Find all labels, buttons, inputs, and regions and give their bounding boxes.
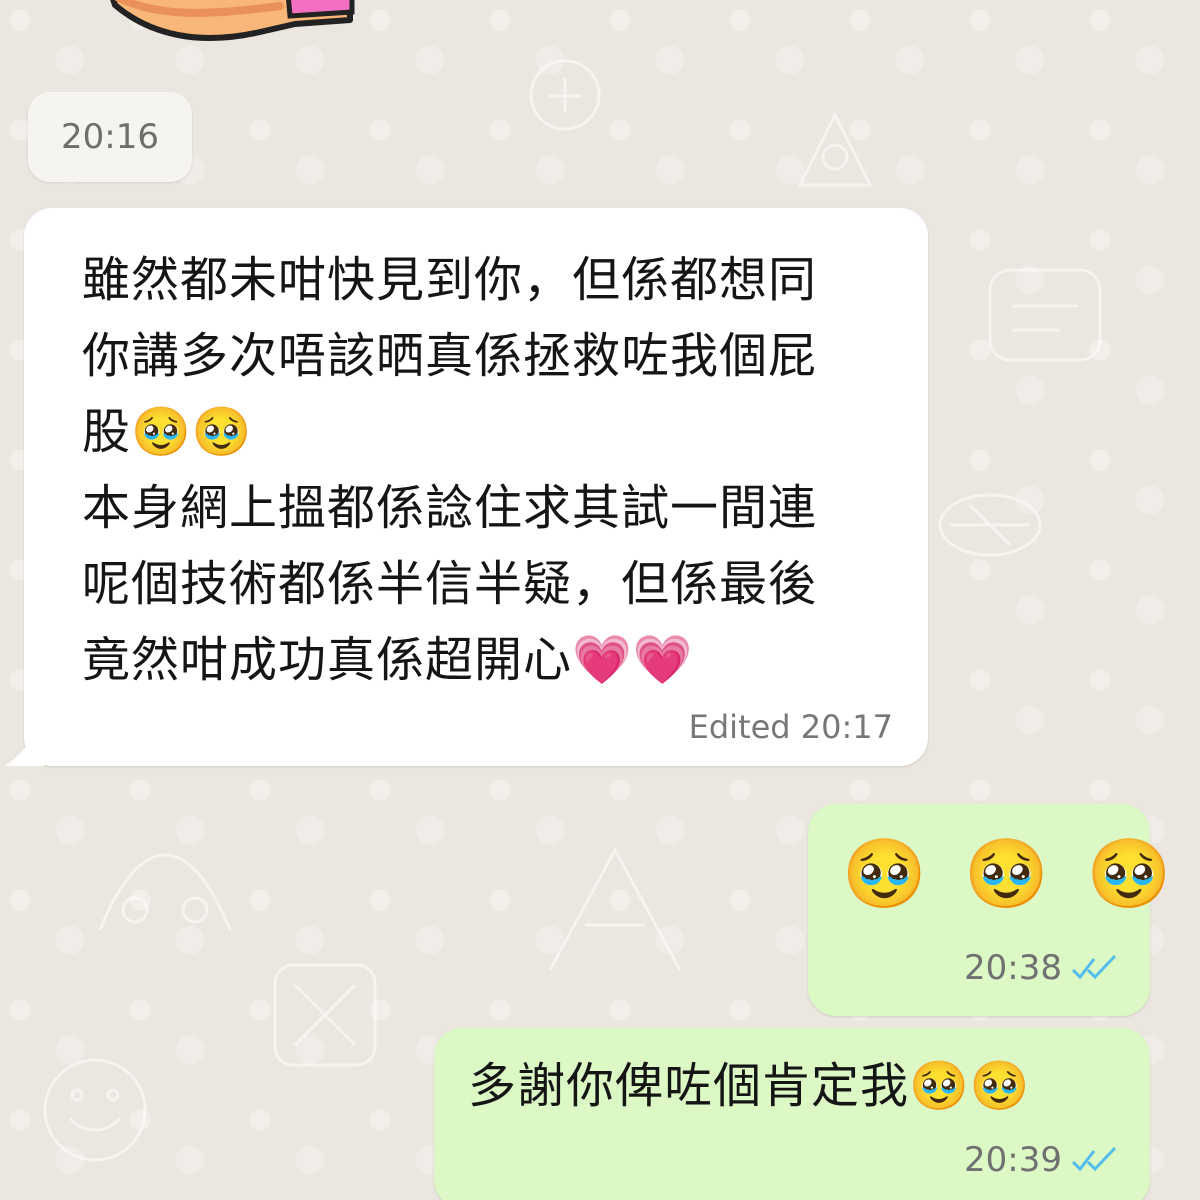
incoming-message-line: 你講多次唔該晒真係拯救咗我個屁 xyxy=(82,328,818,384)
outgoing-message-text: 🥹 🥹 🥹 xyxy=(842,835,1180,914)
background-doodle-icon xyxy=(988,268,1102,362)
double-check-icon xyxy=(1071,1146,1117,1172)
incoming-message-line: 竟然咁成功真係超開心💗💗 xyxy=(82,632,694,688)
incoming-message-line: 呢個技術都係半信半疑，但係最後 xyxy=(82,556,818,612)
incoming-message-bubble[interactable]: 雖然都未咁快見到你，但係都想同 你講多次唔該晒真係拯救咗我個屁 股🥹🥹 本身網上… xyxy=(24,208,928,766)
incoming-message-status: Edited 20:17 xyxy=(688,708,893,746)
background-doodle-icon xyxy=(98,853,232,931)
outgoing-message-text: 多謝你俾咗個肯定我🥹🥹 xyxy=(468,1058,1031,1114)
message-time: 20:39 xyxy=(964,1140,1062,1180)
incoming-bubble-tail xyxy=(4,718,44,766)
background-doodle-icon xyxy=(43,1058,147,1162)
double-check-icon xyxy=(1071,954,1117,980)
background-doodle-icon xyxy=(529,59,601,131)
background-doodle-icon xyxy=(797,111,873,187)
message-meta: 20:39 xyxy=(964,1140,1118,1180)
message-time: 20:38 xyxy=(964,948,1062,988)
message-date-chip: 20:16 xyxy=(28,92,192,182)
sticker-image[interactable] xyxy=(80,0,380,42)
background-doodle-icon xyxy=(548,846,682,971)
message-meta: 20:38 xyxy=(964,948,1118,988)
incoming-message-line: 雖然都未咁快見到你，但係都想同 xyxy=(82,252,818,308)
background-doodle-icon xyxy=(273,963,377,1067)
outgoing-message-bubble[interactable]: 🥹 🥹 🥹 20:38 xyxy=(808,804,1171,1016)
incoming-message-line: 本身網上搵都係諗住求其試一間連 xyxy=(82,480,818,536)
background-doodle-icon xyxy=(938,493,1042,557)
outgoing-message-bubble[interactable]: 多謝你俾咗個肯定我🥹🥹 20:39 xyxy=(434,1028,1150,1200)
incoming-message-line: 股🥹🥹 xyxy=(82,404,253,460)
